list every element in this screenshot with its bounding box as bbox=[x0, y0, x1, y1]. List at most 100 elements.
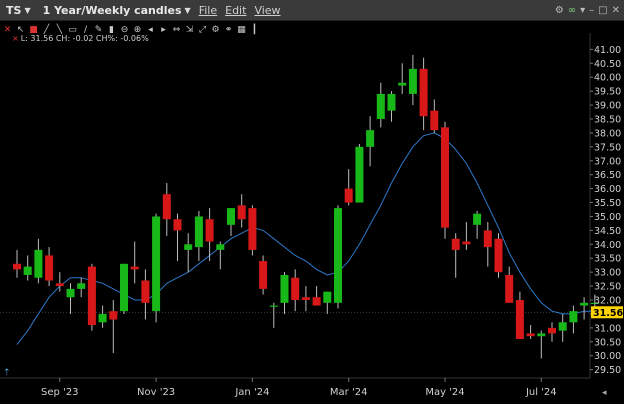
candle bbox=[441, 121, 449, 239]
candle-body bbox=[194, 216, 203, 248]
link-icon[interactable]: ∞ bbox=[568, 5, 576, 16]
price-chart[interactable]: ⇡◂ 29.5030.0030.5031.0031.5032.0032.5033… bbox=[0, 33, 624, 404]
candle-body bbox=[87, 266, 96, 326]
candle bbox=[248, 205, 257, 256]
minimize-icon[interactable]: – bbox=[589, 5, 594, 16]
candle bbox=[77, 277, 86, 298]
candle-body bbox=[259, 261, 268, 289]
candle-body bbox=[227, 208, 235, 225]
y-tick-label: 38.50 bbox=[594, 114, 621, 125]
candle-body bbox=[366, 130, 375, 147]
candle bbox=[152, 213, 161, 323]
candles bbox=[13, 54, 599, 359]
y-tick-label: 34.00 bbox=[594, 240, 621, 251]
y-tick-label: 29.50 bbox=[594, 365, 621, 376]
x-tick-label: Jul '24 bbox=[525, 387, 557, 398]
candle bbox=[473, 210, 482, 239]
candle-body bbox=[45, 255, 54, 281]
range-selector[interactable]: 1 Year/Weekly candles ▼ bbox=[43, 4, 191, 17]
y-tick-label: 33.50 bbox=[594, 254, 621, 265]
maximize-icon[interactable]: □ bbox=[598, 5, 607, 16]
candle bbox=[334, 205, 342, 309]
candle-body bbox=[334, 208, 342, 303]
candle-body bbox=[355, 146, 364, 203]
moving-average bbox=[16, 132, 595, 345]
last-price-tag: 31.56 bbox=[591, 306, 623, 319]
x-tick-label: Sep '23 bbox=[41, 387, 79, 398]
candle-body bbox=[109, 311, 118, 320]
candle bbox=[227, 208, 235, 236]
chevron-down-icon[interactable]: ▾ bbox=[580, 5, 585, 16]
y-tick-label: 35.00 bbox=[594, 212, 621, 223]
y-tick-label: 30.50 bbox=[594, 337, 621, 348]
candle-body bbox=[280, 274, 289, 303]
y-tick-label: 34.50 bbox=[594, 226, 621, 237]
y-tick-label: 30.00 bbox=[594, 351, 621, 362]
menu-view[interactable]: View bbox=[254, 4, 280, 17]
gear-icon[interactable]: ⚙ bbox=[555, 5, 564, 16]
candle bbox=[483, 222, 492, 267]
candle-body bbox=[77, 283, 86, 289]
candle bbox=[45, 247, 54, 287]
close-icon[interactable]: ✕ bbox=[612, 5, 620, 16]
candle bbox=[387, 91, 396, 122]
menu-edit[interactable]: Edit bbox=[225, 4, 246, 17]
candle bbox=[526, 325, 535, 340]
candle bbox=[398, 63, 407, 94]
candle-body bbox=[430, 110, 439, 131]
candle-body bbox=[301, 297, 310, 301]
candle-body bbox=[387, 93, 396, 111]
y-tick-label: 39.00 bbox=[594, 101, 621, 112]
candle bbox=[366, 116, 375, 167]
candle-body bbox=[408, 68, 417, 94]
candle-body bbox=[162, 194, 171, 220]
candle-body bbox=[23, 266, 32, 275]
candle bbox=[237, 194, 246, 228]
candle-body bbox=[398, 82, 407, 86]
y-tick-label: 37.00 bbox=[594, 156, 621, 167]
candle bbox=[505, 266, 514, 303]
candle bbox=[13, 249, 21, 278]
candle bbox=[162, 183, 171, 236]
symbol-label: TS bbox=[6, 3, 22, 17]
candle bbox=[34, 238, 43, 284]
candle bbox=[376, 82, 385, 128]
candle-body bbox=[323, 291, 332, 303]
y-tick-label: 36.00 bbox=[594, 184, 621, 195]
candle-body bbox=[34, 249, 43, 278]
candle-body bbox=[494, 238, 503, 273]
candle-body bbox=[55, 283, 64, 287]
candle-body bbox=[269, 305, 278, 307]
window-controls: ⚙ ∞ ▾ – □ ✕ bbox=[555, 0, 620, 20]
menu-file[interactable]: File bbox=[199, 4, 217, 17]
candle-body bbox=[205, 219, 214, 242]
y-tick-label: 39.50 bbox=[594, 87, 621, 98]
candle-body bbox=[580, 302, 589, 306]
y-tick-label: 35.50 bbox=[594, 198, 621, 209]
candle-body bbox=[184, 244, 193, 250]
candle bbox=[430, 99, 439, 133]
x-tick-label: Jan '24 bbox=[234, 387, 269, 398]
candle bbox=[419, 57, 428, 131]
candle bbox=[312, 286, 321, 306]
candle-body bbox=[537, 333, 546, 337]
chevron-down-icon: ▼ bbox=[184, 5, 191, 15]
candle bbox=[494, 233, 503, 278]
candle-body bbox=[120, 263, 128, 312]
candle bbox=[109, 300, 118, 353]
symbol-selector[interactable]: TS ▼ bbox=[6, 4, 31, 17]
candle bbox=[23, 255, 32, 281]
candle-body bbox=[13, 263, 21, 270]
time-axis: Sep '23 Nov '23 Jan '24 Mar '24 May '24 Jul '… bbox=[41, 378, 557, 398]
candle bbox=[301, 286, 310, 312]
candle-body bbox=[130, 266, 139, 270]
candle bbox=[269, 302, 278, 328]
candle bbox=[184, 233, 193, 273]
y-tick-label: 32.50 bbox=[594, 282, 621, 293]
price-axis: 29.5030.0030.5031.0031.5032.0032.5033.00… bbox=[590, 45, 621, 376]
candle-body bbox=[548, 327, 556, 334]
y-tick-label: 33.00 bbox=[594, 268, 621, 279]
y-tick-label: 41.00 bbox=[594, 45, 621, 56]
candle-body bbox=[515, 300, 524, 340]
candle bbox=[323, 291, 332, 314]
